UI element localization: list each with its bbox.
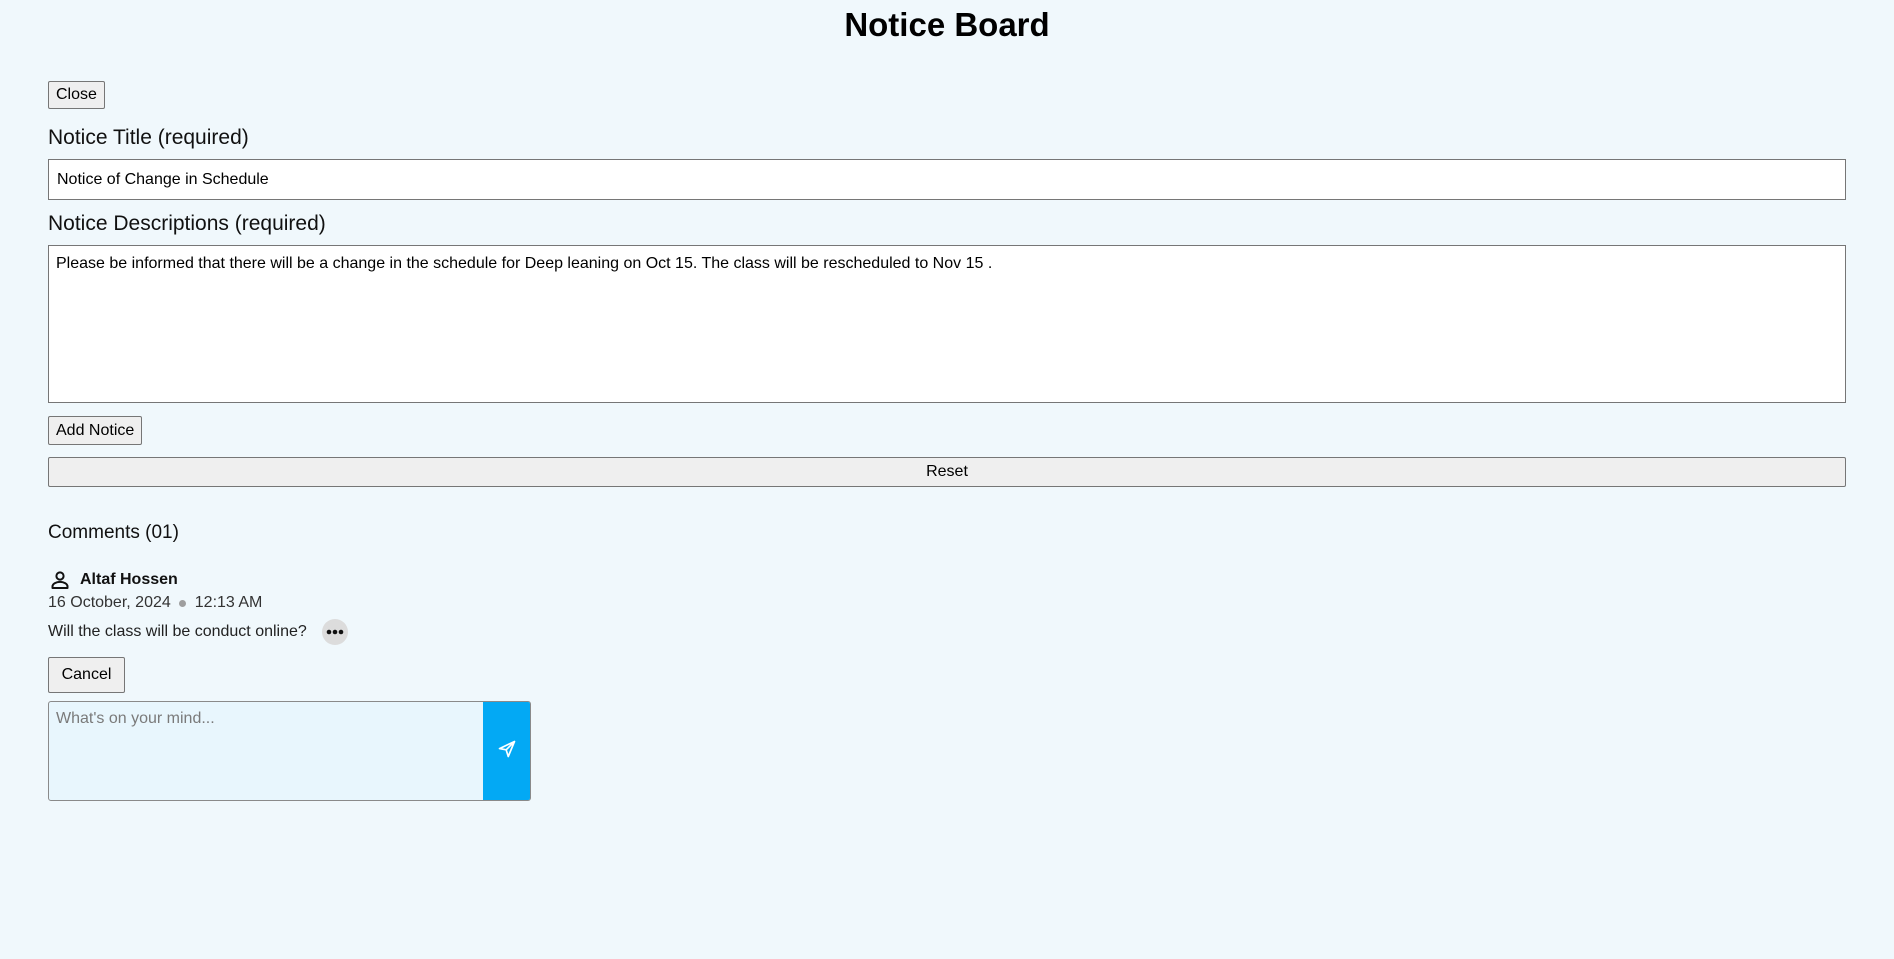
notice-title-label: Notice Title (required) [48, 126, 249, 149]
comment-composer [48, 701, 531, 801]
send-button[interactable] [483, 702, 530, 800]
send-icon [497, 739, 517, 764]
comment-author-row: Altaf Hossen [48, 568, 178, 592]
comment-author-name: Altaf Hossen [80, 571, 178, 588]
comments-heading: Comments (01) [48, 522, 179, 543]
comment-body-row: Will the class will be conduct online? [48, 619, 348, 645]
page-title: Notice Board [844, 6, 1050, 43]
more-horizontal-icon[interactable] [321, 619, 348, 645]
notice-description-label: Notice Descriptions (required) [48, 212, 326, 235]
notice-board-page: Notice Board Close Notice Title (require… [0, 0, 1894, 959]
comment-text: Will the class will be conduct online? [48, 623, 307, 640]
comment-meta: 16 October, 2024 12:13 AM [48, 593, 262, 613]
close-button[interactable]: Close [48, 81, 105, 109]
reset-button[interactable]: Reset [48, 457, 1846, 487]
notice-description-textarea[interactable]: Please be informed that there will be a … [48, 245, 1846, 403]
separator-dot [178, 599, 186, 607]
comment-date: 16 October, 2024 [48, 594, 171, 611]
person-icon [48, 568, 72, 592]
cancel-button[interactable]: Cancel [48, 657, 125, 693]
add-notice-button[interactable]: Add Notice [48, 416, 143, 445]
comment-input[interactable] [49, 702, 484, 800]
notice-title-input[interactable]: Notice of Change in Schedule [48, 159, 1846, 200]
comment-time: 12:13 AM [194, 594, 263, 611]
